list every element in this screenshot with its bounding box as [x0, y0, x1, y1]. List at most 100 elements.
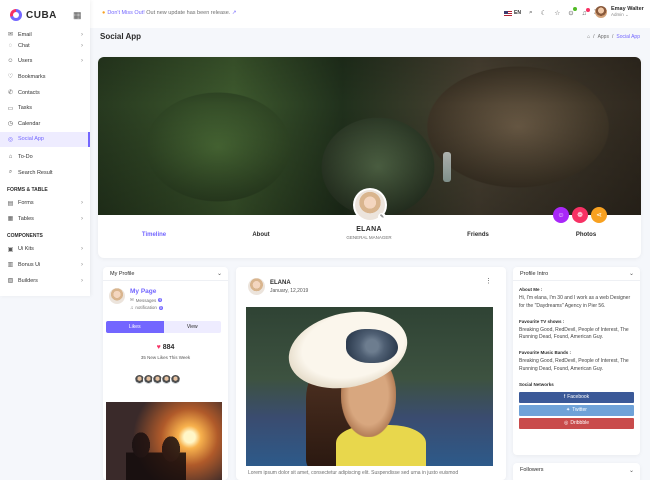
social-icon: ◎: [7, 136, 14, 143]
search-icon[interactable]: ⌕: [529, 9, 533, 17]
waterfall: [443, 152, 451, 182]
new-likes-text: 35 New Likes This Week: [140, 355, 191, 360]
chevron-down-icon[interactable]: ⌄: [217, 270, 222, 277]
header-icons: EN ⌕ ☾ ☆ ⊙ ♫ ⛶: [504, 7, 599, 17]
card-header[interactable]: My Profile ⌄: [103, 267, 228, 281]
user-profile[interactable]: Emay Walter Admin ⌄: [595, 6, 644, 18]
bonus-icon: ▥: [7, 262, 14, 269]
sidebar-item-forms[interactable]: ▤ Forms ›: [0, 195, 90, 211]
calendar-icon: ◷: [7, 121, 14, 128]
post-author[interactable]: ELANA: [270, 280, 308, 286]
chevron-down-icon[interactable]: ⌄: [629, 270, 634, 277]
tab-about[interactable]: About: [252, 232, 269, 238]
profile-role: GENERAL MANAGER: [346, 235, 392, 240]
tab-photos[interactable]: Photos: [576, 232, 596, 238]
chevron-right-icon: ›: [81, 42, 83, 49]
sidebar-item-label: Social App: [18, 136, 44, 143]
home-icon[interactable]: ⌂: [587, 34, 590, 40]
top-header: ● Don't Miss Out! Out new update has been…: [90, 0, 650, 28]
contacts-icon: ✆: [7, 90, 14, 97]
card-header[interactable]: Profile Intro ⌄: [513, 267, 640, 281]
sidebar-menu: ✉ Email › ◌ Chat › ☺ Users › ♡ Bookmarks…: [0, 28, 90, 288]
sidebar-item-search-result[interactable]: ⌕ Search Result: [0, 165, 90, 181]
post-date: January, 12,2019: [270, 287, 309, 294]
sidebar-item-label: Builders: [18, 277, 38, 284]
cart-icon[interactable]: ⊙: [568, 7, 577, 17]
tab-timeline[interactable]: Timeline: [142, 232, 166, 238]
post-image[interactable]: [246, 307, 493, 466]
my-page-link[interactable]: My Page: [130, 288, 163, 295]
sidebar-item-bonus-ui[interactable]: ▥ Bonus Ui ›: [0, 257, 90, 273]
chevron-right-icon: ›: [81, 261, 83, 268]
card-title: Profile Intro: [520, 270, 549, 277]
tv-text: Breaking Good, RedDevil, People of Inter…: [519, 326, 629, 341]
about-text: Hi, I'm elana, I'm 30 and I work as a we…: [519, 295, 631, 309]
music-heading: Favourite Music Bands :: [519, 350, 572, 356]
breadcrumb-current: Social App: [616, 34, 640, 40]
card-header[interactable]: Followers ⌄: [513, 463, 640, 477]
profile-cover-card: ✎ ☺ ❁ ⋖ Timeline About ELANA GENERAL MAN…: [98, 57, 641, 258]
facebook-button[interactable]: f Facebook: [519, 391, 634, 403]
sidebar-item-calendar[interactable]: ◷ Calendar: [0, 116, 90, 132]
music-text: Breaking Good, RedDevil, People of Inter…: [519, 358, 629, 372]
messages-count: ✉ Messages 9: [130, 297, 163, 303]
likes-view-group: Likes View: [106, 321, 221, 333]
facebook-icon: f: [563, 394, 566, 401]
grid-icon[interactable]: ▦: [73, 10, 82, 21]
sidebar-item-bookmarks[interactable]: ♡ Bookmarks: [0, 69, 90, 85]
sidebar-item-label: Search Result: [18, 169, 53, 176]
chevron-down-icon[interactable]: ⌄: [629, 467, 634, 474]
twitter-button[interactable]: ✦ Twitter: [519, 404, 634, 416]
notice-text: Out new update has been release.: [144, 10, 231, 16]
sidebar: CUBA ▦ ✉ Email › ◌ Chat › ☺ Users › ♡ Bo…: [0, 0, 90, 296]
sidebar-item-todo[interactable]: ⌂ To-Do: [0, 149, 90, 165]
friends-avatars: [134, 374, 181, 385]
update-notice[interactable]: ● Don't Miss Out! Out new update has been…: [102, 10, 237, 16]
sidebar-item-label: Ui Kits: [18, 246, 34, 253]
sidebar-item-label: Tables: [18, 215, 34, 222]
logo-text: CUBA: [26, 9, 57, 21]
sidebar-item-label: To-Do: [18, 153, 33, 160]
heart-icon: ♡: [7, 74, 14, 81]
chevron-right-icon: ›: [81, 200, 83, 207]
profile-intro-card: Profile Intro ⌄ About Me : Hi, I'm elana…: [513, 267, 640, 455]
sidebar-item-email[interactable]: ✉ Email ›: [0, 29, 90, 38]
profile-photo[interactable]: [106, 402, 222, 480]
language-label: EN: [514, 10, 521, 16]
search-icon: ⌕: [8, 169, 13, 176]
more-vertical-icon[interactable]: ⋮: [485, 277, 492, 285]
sidebar-item-social-app[interactable]: ◎ Social App: [0, 131, 90, 148]
external-link-icon: ↗: [231, 10, 237, 16]
timeline-post-card: ELANA January, 12,2019 ⋮ Lorem ipsum dol…: [236, 267, 506, 480]
sidebar-item-label: Tasks: [18, 105, 33, 112]
fire-icon: ●: [102, 10, 106, 16]
star-icon[interactable]: ☆: [554, 9, 560, 17]
us-flag-icon: [504, 10, 512, 16]
breadcrumb-apps[interactable]: Apps: [598, 34, 609, 40]
my-profile-card: My Profile ⌄ My Page ✉ Messages 9 ♫ notific…: [103, 267, 228, 480]
sidebar-item-ui-kits[interactable]: ▣ Ui Kits ›: [0, 242, 90, 258]
language-selector[interactable]: EN: [504, 10, 521, 16]
dribbble-icon: ◎: [564, 420, 569, 427]
breadcrumb-separator: /: [593, 34, 595, 40]
todo-icon: ⌂: [8, 153, 13, 160]
chevron-right-icon: ›: [81, 277, 83, 284]
tab-friends[interactable]: Friends: [467, 232, 489, 238]
likes-count: ♥ 884: [156, 344, 175, 351]
view-button[interactable]: View: [163, 321, 221, 333]
sidebar-item-chat[interactable]: ◌ Chat ›: [0, 38, 90, 54]
likes-button[interactable]: Likes: [106, 321, 164, 333]
sidebar-item-users[interactable]: ☺ Users ›: [0, 54, 90, 70]
sidebar-item-contacts[interactable]: ✆ Contacts: [0, 85, 90, 101]
sidebar-item-tables[interactable]: ▦ Tables ›: [0, 211, 90, 227]
avatar[interactable]: [170, 374, 181, 385]
avatar: [248, 278, 265, 295]
logo-icon: [10, 9, 22, 21]
tables-icon: ▦: [7, 216, 14, 223]
bell-icon[interactable]: ♫: [582, 7, 590, 17]
chat-icon: ◌: [8, 42, 13, 49]
sidebar-item-tasks[interactable]: ▭ Tasks: [0, 100, 90, 116]
moon-icon[interactable]: ☾: [541, 9, 547, 17]
sidebar-item-builders[interactable]: ▧ Builders ›: [0, 273, 90, 289]
dribbble-button[interactable]: ◎ Dribbble: [519, 417, 634, 429]
